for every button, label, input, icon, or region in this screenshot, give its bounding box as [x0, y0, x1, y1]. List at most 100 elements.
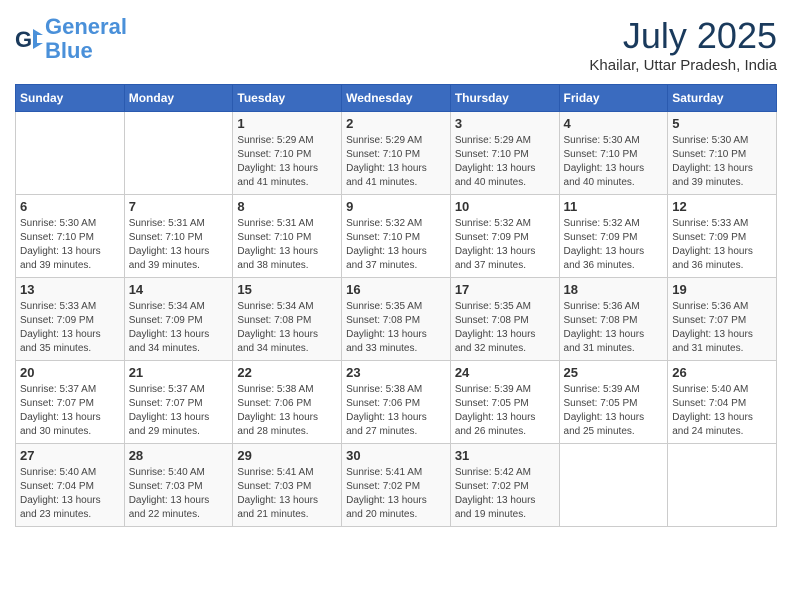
calendar-cell: 12 Sunrise: 5:33 AM Sunset: 7:09 PM Dayli…: [668, 195, 777, 278]
day-number: 19: [672, 282, 772, 297]
calendar-cell: 13 Sunrise: 5:33 AM Sunset: 7:09 PM Dayli…: [16, 278, 125, 361]
day-info: Sunrise: 5:37 AM Sunset: 7:07 PM Dayligh…: [129, 383, 229, 439]
day-number: 12: [672, 199, 772, 214]
calendar-table: Sunday Monday Tuesday Wednesday Thursday…: [15, 84, 777, 527]
col-wednesday: Wednesday: [342, 85, 451, 112]
calendar-week-row: 6 Sunrise: 5:30 AM Sunset: 7:10 PM Daylig…: [16, 195, 777, 278]
calendar-cell: [559, 444, 668, 527]
day-info: Sunrise: 5:32 AM Sunset: 7:09 PM Dayligh…: [564, 217, 664, 273]
calendar-cell: 4 Sunrise: 5:30 AM Sunset: 7:10 PM Daylig…: [559, 112, 668, 195]
day-number: 15: [237, 282, 337, 297]
day-number: 25: [564, 365, 664, 380]
day-info: Sunrise: 5:30 AM Sunset: 7:10 PM Dayligh…: [672, 134, 772, 190]
calendar-cell: 19 Sunrise: 5:36 AM Sunset: 7:07 PM Dayli…: [668, 278, 777, 361]
day-number: 14: [129, 282, 229, 297]
day-number: 27: [20, 448, 120, 463]
calendar-cell: [668, 444, 777, 527]
day-number: 17: [455, 282, 555, 297]
calendar-cell: 20Sunrise: 5:37 AM Sunset: 7:07 PM Dayli…: [16, 361, 125, 444]
calendar-week-row: 13 Sunrise: 5:33 AM Sunset: 7:09 PM Dayli…: [16, 278, 777, 361]
day-info: Sunrise: 5:41 AM Sunset: 7:03 PM Dayligh…: [237, 466, 337, 522]
calendar-cell: 22 Sunrise: 5:38 AM Sunset: 7:06 PM Dayli…: [233, 361, 342, 444]
day-number: 24: [455, 365, 555, 380]
day-number: 22: [237, 365, 337, 380]
day-info: Sunrise: 5:36 AM Sunset: 7:08 PM Dayligh…: [564, 300, 664, 356]
calendar-cell: 23 Sunrise: 5:38 AM Sunset: 7:06 PM Dayli…: [342, 361, 451, 444]
calendar-cell: 9 Sunrise: 5:32 AM Sunset: 7:10 PM Daylig…: [342, 195, 451, 278]
day-number: 11: [564, 199, 664, 214]
svg-text:G: G: [15, 27, 32, 52]
day-info: Sunrise: 5:40 AM Sunset: 7:04 PM Dayligh…: [672, 383, 772, 439]
calendar-week-row: 1 Sunrise: 5:29 AM Sunset: 7:10 PM Daylig…: [16, 112, 777, 195]
day-number: 28: [129, 448, 229, 463]
calendar-week-row: 20 Sunrise: 5:37 AM Sunset: 7:07 PM Dayli…: [16, 361, 777, 444]
calendar-cell: 10Sunrise: 5:32 AM Sunset: 7:09 PM Dayli…: [450, 195, 559, 278]
day-number: 1: [237, 116, 337, 131]
day-number: 7: [129, 199, 229, 214]
day-info: Sunrise: 5:31 AM Sunset: 7:10 PM Dayligh…: [129, 217, 229, 273]
day-info: Sunrise: 5:30 AM Sunset: 7:10 PM Dayligh…: [20, 217, 120, 273]
calendar-cell: 5Sunrise: 5:30 AM Sunset: 7:10 PM Daylig…: [668, 112, 777, 195]
day-number: 20: [20, 365, 120, 380]
calendar-cell: 29Sunrise: 5:41 AM Sunset: 7:03 PM Dayli…: [233, 444, 342, 527]
day-number: 4: [564, 116, 664, 131]
day-number: 8: [237, 199, 337, 214]
calendar-body: 1 Sunrise: 5:29 AM Sunset: 7:10 PM Daylig…: [16, 112, 777, 527]
day-info: Sunrise: 5:30 AM Sunset: 7:10 PM Dayligh…: [564, 134, 664, 190]
day-number: 16: [346, 282, 446, 297]
day-info: Sunrise: 5:40 AM Sunset: 7:03 PM Dayligh…: [129, 466, 229, 522]
day-info: Sunrise: 5:31 AM Sunset: 7:10 PM Dayligh…: [237, 217, 337, 273]
calendar-cell: 11 Sunrise: 5:32 AM Sunset: 7:09 PM Dayli…: [559, 195, 668, 278]
calendar-cell: [124, 112, 233, 195]
day-info: Sunrise: 5:36 AM Sunset: 7:07 PM Dayligh…: [672, 300, 772, 356]
logo-line1: General: [45, 14, 127, 39]
day-info: Sunrise: 5:41 AM Sunset: 7:02 PM Dayligh…: [346, 466, 446, 522]
calendar-cell: 25 Sunrise: 5:39 AM Sunset: 7:05 PM Dayli…: [559, 361, 668, 444]
calendar-cell: 16 Sunrise: 5:35 AM Sunset: 7:08 PM Dayli…: [342, 278, 451, 361]
day-number: 26: [672, 365, 772, 380]
day-info: Sunrise: 5:39 AM Sunset: 7:05 PM Dayligh…: [455, 383, 555, 439]
day-info: Sunrise: 5:35 AM Sunset: 7:08 PM Dayligh…: [346, 300, 446, 356]
calendar-cell: 2 Sunrise: 5:29 AM Sunset: 7:10 PM Daylig…: [342, 112, 451, 195]
col-thursday: Thursday: [450, 85, 559, 112]
day-info: Sunrise: 5:39 AM Sunset: 7:05 PM Dayligh…: [564, 383, 664, 439]
day-info: Sunrise: 5:33 AM Sunset: 7:09 PM Dayligh…: [20, 300, 120, 356]
calendar-cell: 26 Sunrise: 5:40 AM Sunset: 7:04 PM Dayli…: [668, 361, 777, 444]
day-info: Sunrise: 5:32 AM Sunset: 7:09 PM Dayligh…: [455, 217, 555, 273]
col-sunday: Sunday: [16, 85, 125, 112]
day-info: Sunrise: 5:40 AM Sunset: 7:04 PM Dayligh…: [20, 466, 120, 522]
day-info: Sunrise: 5:29 AM Sunset: 7:10 PM Dayligh…: [237, 134, 337, 190]
calendar-cell: 30Sunrise: 5:41 AM Sunset: 7:02 PM Dayli…: [342, 444, 451, 527]
calendar-cell: 15Sunrise: 5:34 AM Sunset: 7:08 PM Dayli…: [233, 278, 342, 361]
day-number: 3: [455, 116, 555, 131]
calendar-cell: 6 Sunrise: 5:30 AM Sunset: 7:10 PM Daylig…: [16, 195, 125, 278]
day-number: 13: [20, 282, 120, 297]
calendar-cell: 14Sunrise: 5:34 AM Sunset: 7:09 PM Dayli…: [124, 278, 233, 361]
page-header: G General Blue July 2025 Khailar, Uttar …: [15, 15, 777, 74]
calendar-cell: 3 Sunrise: 5:29 AM Sunset: 7:10 PM Daylig…: [450, 112, 559, 195]
day-number: 31: [455, 448, 555, 463]
day-info: Sunrise: 5:29 AM Sunset: 7:10 PM Dayligh…: [455, 134, 555, 190]
day-number: 23: [346, 365, 446, 380]
day-number: 9: [346, 199, 446, 214]
location: Khailar, Uttar Pradesh, India: [589, 57, 777, 74]
day-number: 2: [346, 116, 446, 131]
day-info: Sunrise: 5:29 AM Sunset: 7:10 PM Dayligh…: [346, 134, 446, 190]
title-block: July 2025 Khailar, Uttar Pradesh, India: [589, 15, 777, 74]
day-info: Sunrise: 5:42 AM Sunset: 7:02 PM Dayligh…: [455, 466, 555, 522]
day-info: Sunrise: 5:38 AM Sunset: 7:06 PM Dayligh…: [346, 383, 446, 439]
calendar-cell: [16, 112, 125, 195]
calendar-cell: 31 Sunrise: 5:42 AM Sunset: 7:02 PM Dayli…: [450, 444, 559, 527]
calendar-cell: 24 Sunrise: 5:39 AM Sunset: 7:05 PM Dayli…: [450, 361, 559, 444]
day-info: Sunrise: 5:33 AM Sunset: 7:09 PM Dayligh…: [672, 217, 772, 273]
day-number: 21: [129, 365, 229, 380]
logo-icon: G: [15, 25, 43, 53]
day-info: Sunrise: 5:32 AM Sunset: 7:10 PM Dayligh…: [346, 217, 446, 273]
day-info: Sunrise: 5:38 AM Sunset: 7:06 PM Dayligh…: [237, 383, 337, 439]
calendar-cell: 21 Sunrise: 5:37 AM Sunset: 7:07 PM Dayli…: [124, 361, 233, 444]
day-number: 18: [564, 282, 664, 297]
col-friday: Friday: [559, 85, 668, 112]
calendar-cell: 1 Sunrise: 5:29 AM Sunset: 7:10 PM Daylig…: [233, 112, 342, 195]
month-title: July 2025: [589, 15, 777, 57]
day-number: 6: [20, 199, 120, 214]
